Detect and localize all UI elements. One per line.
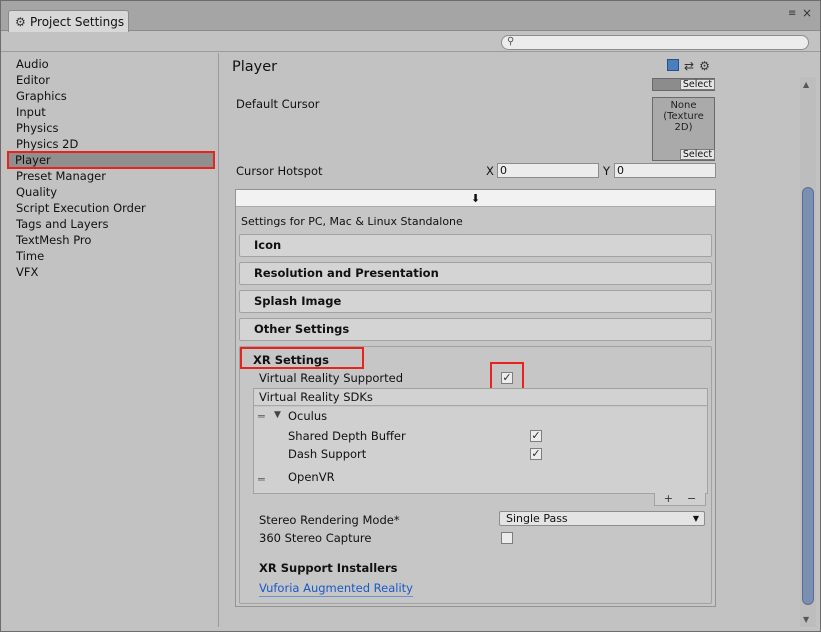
sidebar-item-physics-2d[interactable]: Physics 2D [1,136,218,152]
sdk-openvr[interactable]: OpenVR [288,470,335,484]
scroll-up-icon[interactable]: ▲ [803,80,809,89]
project-settings-window: ⚙ Project Settings ≡ × ⚲ Audio Editor Grap… [0,0,821,632]
chevron-down-icon: ▼ [692,514,699,523]
sidebar-item-time[interactable]: Time [1,248,218,264]
search-input[interactable]: ⚲ [501,35,809,50]
title-bar: ⚙ Project Settings ≡ × [1,1,820,32]
hotspot-x-label: X [486,164,494,178]
cursor-hotspot-label: Cursor Hotspot [236,164,323,178]
player-settings-panel: Player ⇄ ⚙ Select Default Cursor None (T… [220,53,800,627]
sdk-list-footer: + − [654,493,706,506]
help-book-icon[interactable] [667,59,679,71]
stereo-mode-dropdown[interactable]: Single Pass ▼ [499,511,705,526]
add-sdk-button[interactable]: + [664,492,673,505]
search-icon: ⚲ [507,36,515,47]
scrollbar-thumb[interactable] [802,187,814,605]
settings-sidebar: Audio Editor Graphics Input Physics Physics 2… [1,53,219,627]
sidebar-item-physics[interactable]: Physics [1,120,218,136]
xr-installers-title: XR Support Installers [259,561,398,575]
remove-sdk-button[interactable]: − [687,492,696,505]
sidebar-item-editor[interactable]: Editor [1,72,218,88]
shared-depth-checkbox[interactable]: ✓ [530,430,542,442]
sidebar-item-preset-manager[interactable]: Preset Manager [1,168,218,184]
cursor-texture-value: None (Texture 2D) [663,100,704,133]
foldout-icon[interactable]: Icon [239,234,712,257]
hotspot-y-input[interactable]: 0 [614,163,716,178]
cursor-select-button[interactable]: Select [680,149,715,160]
sidebar-item-graphics[interactable]: Graphics [1,88,218,104]
dash-support-label: Dash Support [288,447,367,461]
sidebar-item-audio[interactable]: Audio [1,56,218,72]
sidebar-item-quality[interactable]: Quality [1,184,218,200]
vr-sdks-panel: Virtual Reality SDKs ═ ▼ Oculus Shared D… [253,388,708,506]
vr-supported-label: Virtual Reality Supported [259,371,404,385]
close-icon[interactable]: × [802,7,812,19]
hotspot-x-input[interactable]: 0 [497,163,599,178]
sidebar-item-tags-and-layers[interactable]: Tags and Layers [1,216,218,232]
scroll-down-icon[interactable]: ▼ [803,615,809,624]
stereo-capture-checkbox[interactable] [501,532,513,544]
sidebar-item-script-execution-order[interactable]: Script Execution Order [1,200,218,216]
vuforia-link[interactable]: Vuforia Augmented Reality [259,581,413,597]
toolbar: ⚲ [1,32,820,52]
hotspot-y-label: Y [603,164,611,178]
sdk-oculus[interactable]: Oculus [288,409,327,423]
vr-sdks-header: Virtual Reality SDKs [254,389,707,406]
vertical-scrollbar[interactable]: ▲ ▼ [800,77,816,627]
gear-icon: ⚙ [15,14,26,29]
window-menu-icon[interactable]: ≡ [788,9,796,19]
platform-title: Settings for PC, Mac & Linux Standalone [241,215,463,228]
settings-gear-icon[interactable]: ⚙ [699,59,710,73]
tab-title: Project Settings [30,14,125,29]
project-settings-tab[interactable]: ⚙ Project Settings [8,10,129,32]
stereo-capture-label: 360 Stereo Capture [259,531,372,545]
default-cursor-label: Default Cursor [236,97,320,111]
icon-select-button[interactable]: Select [680,79,715,90]
sidebar-item-player[interactable]: Player [7,151,215,169]
header-icons: ⇄ ⚙ [667,59,710,73]
shared-depth-label: Shared Depth Buffer [288,429,406,443]
sidebar-item-textmesh-pro[interactable]: TextMesh Pro [1,232,218,248]
expand-triangle-icon[interactable]: ▼ [274,410,281,420]
drag-handle-icon[interactable]: ═ [258,474,265,485]
xr-settings-section: XR Settings Virtual Reality Supported ✓ … [239,346,712,604]
platform-settings: ⬇ Settings for PC, Mac & Linux Standalon… [235,189,716,607]
sidebar-item-vfx[interactable]: VFX [1,264,218,280]
stereo-mode-value: Single Pass [506,512,568,525]
sidebar-item-input[interactable]: Input [1,104,218,120]
vr-sdks-list: ═ ▼ Oculus Shared Depth Buffer ✓ Dash Su… [254,407,707,493]
drag-handle-icon[interactable]: ═ [258,411,265,422]
preset-icon[interactable]: ⇄ [684,59,694,73]
foldout-splash-image[interactable]: Splash Image [239,290,712,313]
dash-support-checkbox[interactable]: ✓ [530,448,542,460]
platform-tab-standalone[interactable]: ⬇ [236,190,715,207]
foldout-other-settings[interactable]: Other Settings [239,318,712,341]
xr-settings-header[interactable]: XR Settings [240,347,364,369]
foldout-resolution[interactable]: Resolution and Presentation [239,262,712,285]
download-arrow-icon: ⬇ [470,192,481,205]
page-title: Player [232,59,278,75]
stereo-mode-label: Stereo Rendering Mode* [259,513,400,527]
